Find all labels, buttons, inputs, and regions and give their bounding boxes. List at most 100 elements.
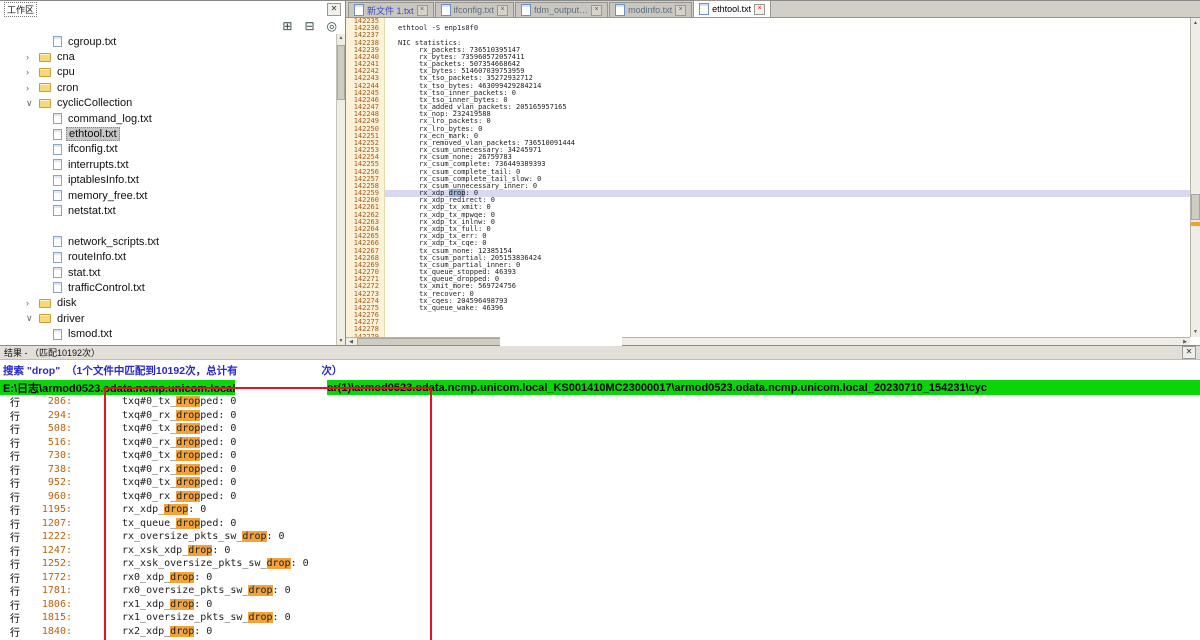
tree-item-label: cpu xyxy=(55,66,77,78)
search-summary: 搜索 "drop" （1个文件中匹配到10192次，总计有 次） xyxy=(0,360,1200,380)
editor-tab[interactable]: ethtool.txt× xyxy=(693,0,771,17)
tree-item[interactable]: interrupts.txt xyxy=(0,157,337,172)
result-line-number: 1195: xyxy=(26,504,72,515)
editor-line[interactable]: 142275 tx_queue_wake: 46396 xyxy=(346,305,1190,312)
result-line-number: 1207: xyxy=(26,518,72,529)
redaction-box xyxy=(241,363,319,377)
tree-item[interactable]: › cpu xyxy=(0,65,337,80)
tree-item[interactable]: routeInfo.txt xyxy=(0,249,337,264)
scroll-up-icon[interactable]: ▲ xyxy=(1191,18,1200,28)
scroll-up-icon[interactable]: ▲ xyxy=(337,34,345,43)
scroll-thumb[interactable] xyxy=(1191,194,1200,220)
tree-item-label: trafficControl.txt xyxy=(66,282,147,294)
sync-document-icon[interactable]: ⊞ xyxy=(282,19,292,33)
tree-item-label: cgroup.txt xyxy=(66,36,118,48)
workspace-titlebar: 工作区 ✕ xyxy=(0,1,345,16)
tree-item-label: netstat.txt xyxy=(66,205,118,217)
editor-tab[interactable]: ifconfig.txt× xyxy=(435,2,515,17)
tab-label: fdm_output… xyxy=(534,5,588,15)
tree-item[interactable]: network_scripts.txt xyxy=(0,234,337,249)
tree-item-redacted xyxy=(0,219,337,234)
result-line-number: 952: xyxy=(26,477,72,488)
summary-prefix: 搜索 "drop" （1个文件中匹配到10192次，总计有 xyxy=(3,363,241,378)
close-icon[interactable]: ✕ xyxy=(327,3,341,16)
editor-tab[interactable]: modinfo.txt× xyxy=(609,2,692,17)
chevron-right-icon[interactable]: › xyxy=(26,67,39,77)
line-text xyxy=(385,32,398,39)
tree-item-label: interrupts.txt xyxy=(66,159,131,171)
file-icon xyxy=(53,190,62,201)
editor-lines[interactable]: 142235142236ethtool -S enp1s0f0142237142… xyxy=(346,18,1190,337)
close-icon[interactable]: × xyxy=(417,5,428,16)
tab-label: ethtool.txt xyxy=(712,4,751,14)
editor-line[interactable]: 142236ethtool -S enp1s0f0 xyxy=(346,25,1190,32)
scroll-down-icon[interactable]: ▼ xyxy=(1191,327,1200,337)
result-line-number: 960: xyxy=(26,491,72,502)
chevron-right-icon[interactable]: › xyxy=(26,52,39,62)
result-line-number: 516: xyxy=(26,437,72,448)
tree-item[interactable]: command_log.txt xyxy=(0,111,337,126)
tab-label: 新文件 1.txt xyxy=(367,4,414,17)
editor-line[interactable]: 142276 xyxy=(346,312,1190,319)
folder-icon xyxy=(39,99,51,108)
top-region: 工作区 ✕ ⊞ ⊟ ◎ cgroup.txt › cna › cpu › cron ∨cycl… xyxy=(0,0,1200,345)
result-line-number: 1247: xyxy=(26,545,72,556)
line-text: ethtool -S enp1s0f0 xyxy=(385,25,478,32)
file-icon xyxy=(53,236,62,247)
result-row-line-label: 行 xyxy=(0,624,26,639)
close-icon[interactable]: ✕ xyxy=(1182,346,1196,359)
editor-tab[interactable]: fdm_output…× xyxy=(515,2,608,17)
tree-item[interactable]: memory_free.txt xyxy=(0,188,337,203)
tree-item[interactable]: ethtool.txt xyxy=(0,126,337,141)
tree-item[interactable]: ifconfig.txt xyxy=(0,142,337,157)
close-icon[interactable]: × xyxy=(675,5,686,16)
chevron-down-icon[interactable]: ∨ xyxy=(26,313,39,324)
tree-item[interactable]: stat.txt xyxy=(0,265,337,280)
result-line-number: 1252: xyxy=(26,558,72,569)
close-icon[interactable]: × xyxy=(591,5,602,16)
editor-line[interactable]: 142277 xyxy=(346,319,1190,326)
tree-item[interactable]: › cron xyxy=(0,80,337,95)
scroll-thumb[interactable] xyxy=(337,45,345,100)
file-icon xyxy=(53,36,62,47)
chevron-down-icon[interactable]: ∨ xyxy=(26,98,39,109)
editor-line[interactable]: 142278 xyxy=(346,326,1190,333)
tree-item-label: cna xyxy=(55,51,77,63)
file-icon xyxy=(53,267,62,278)
tree-item[interactable]: ∨cyclicCollection xyxy=(0,96,337,111)
result-line-number: 294: xyxy=(26,410,72,421)
close-icon[interactable]: × xyxy=(497,5,508,16)
tree-item-label: driver xyxy=(55,313,87,325)
tree-scrollbar[interactable]: ▲ ▼ xyxy=(336,34,345,346)
workspace-title: 工作区 xyxy=(4,2,37,17)
annotation-rectangle xyxy=(104,387,432,640)
editor-vertical-scrollbar[interactable]: ▲ ▼ xyxy=(1190,18,1200,337)
chevron-right-icon[interactable]: › xyxy=(26,298,39,308)
tree-item[interactable]: cgroup.txt xyxy=(0,34,337,49)
file-icon xyxy=(53,252,62,263)
tree-item[interactable]: › cna xyxy=(0,49,337,64)
editor-line[interactable]: 142237 xyxy=(346,32,1190,39)
editor-tab[interactable]: 新文件 1.txt× xyxy=(348,2,434,17)
tree-item[interactable]: ›disk xyxy=(0,296,337,311)
folder-icon xyxy=(39,68,51,77)
refresh-workspace-icon[interactable]: ⊟ xyxy=(304,19,314,33)
file-icon xyxy=(53,129,62,140)
file-icon xyxy=(53,144,62,155)
line-text: tx_queue_wake: 46396 xyxy=(385,305,503,312)
workspace-panel: 工作区 ✕ ⊞ ⊟ ◎ cgroup.txt › cna › cpu › cron ∨cycl… xyxy=(0,1,346,346)
folder-icon xyxy=(39,83,51,92)
tree-item-label: cron xyxy=(55,82,80,94)
locate-file-icon[interactable]: ◎ xyxy=(327,19,337,33)
tree-item[interactable]: iptablesInfo.txt xyxy=(0,173,337,188)
tab-label: modinfo.txt xyxy=(628,5,672,15)
tree-item[interactable]: netstat.txt xyxy=(0,203,337,218)
result-line-number: 286: xyxy=(26,396,72,407)
chevron-right-icon[interactable]: › xyxy=(26,83,39,93)
editor-area: 新文件 1.txt×ifconfig.txt×fdm_output…×modin… xyxy=(346,1,1200,346)
tree-item-label: routeInfo.txt xyxy=(66,251,128,263)
tree-item[interactable]: lsmod.txt xyxy=(0,326,337,341)
tree-item[interactable]: trafficControl.txt xyxy=(0,280,337,295)
close-icon[interactable]: × xyxy=(754,4,765,15)
tree-item[interactable]: ∨ driver xyxy=(0,311,337,326)
